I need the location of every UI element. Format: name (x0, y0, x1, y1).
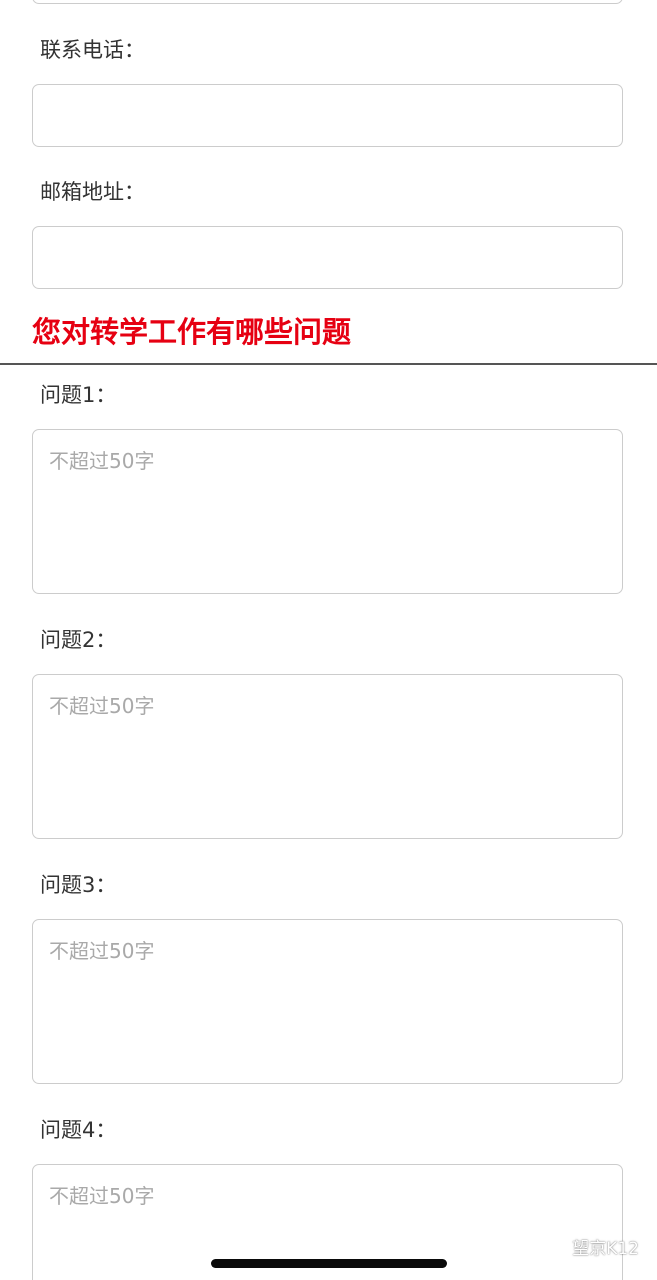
question-2-label: 问题2： (40, 628, 117, 652)
form-page: 联系电话： 邮箱地址： 您对转学工作有哪些问题 问题1： 不超过50字 问题2：… (0, 0, 657, 1280)
question-3-textarea[interactable]: 不超过50字 (32, 919, 623, 1084)
question-3-label: 问题3： (40, 873, 117, 897)
email-input[interactable] (32, 226, 623, 289)
section-title: 您对转学工作有哪些问题 (32, 315, 352, 349)
question-1-textarea[interactable]: 不超过50字 (32, 429, 623, 594)
question-4-label: 问题4： (40, 1118, 117, 1142)
question-4-placeholder: 不超过50字 (49, 1184, 155, 1208)
phone-label: 联系电话： (40, 38, 145, 62)
wechat-icon (540, 1239, 566, 1259)
section-divider (0, 363, 657, 365)
question-1-label: 问题1： (40, 383, 117, 407)
previous-input-field[interactable] (32, 0, 623, 4)
question-2-placeholder: 不超过50字 (49, 694, 155, 718)
home-indicator[interactable] (211, 1259, 447, 1268)
question-1-placeholder: 不超过50字 (49, 449, 155, 473)
email-label: 邮箱地址： (40, 180, 145, 204)
watermark-text: 望京K12 (572, 1239, 639, 1259)
question-3-placeholder: 不超过50字 (49, 939, 155, 963)
watermark: 望京K12 (540, 1238, 639, 1260)
phone-input[interactable] (32, 84, 623, 147)
question-2-textarea[interactable]: 不超过50字 (32, 674, 623, 839)
